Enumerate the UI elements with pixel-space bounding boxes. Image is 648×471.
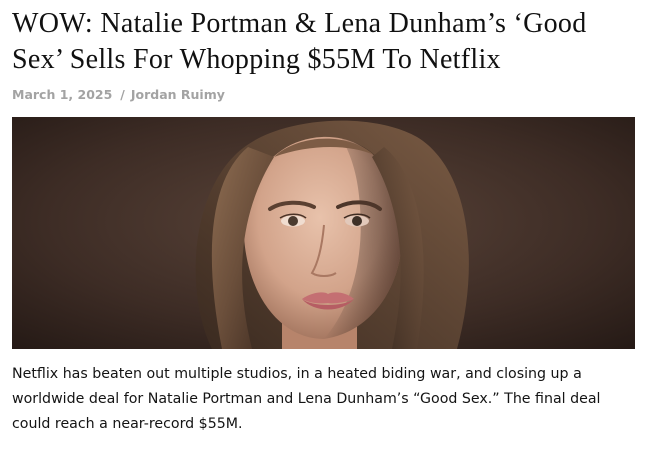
- portrait-illustration: [12, 117, 635, 349]
- article: WOW: Natalie Portman & Lena Dunham’s ‘Go…: [0, 0, 648, 471]
- article-lede: Netflix has beaten out multiple studios,…: [12, 366, 601, 432]
- article-date: March 1, 2025: [12, 87, 113, 102]
- hero-image: [12, 117, 635, 349]
- meta-separator: /: [120, 87, 125, 102]
- article-meta: March 1, 2025 / Jordan Ruimy: [12, 87, 225, 102]
- article-headline[interactable]: WOW: Natalie Portman & Lena Dunham’s ‘Go…: [12, 6, 642, 78]
- article-author[interactable]: Jordan Ruimy: [131, 87, 225, 102]
